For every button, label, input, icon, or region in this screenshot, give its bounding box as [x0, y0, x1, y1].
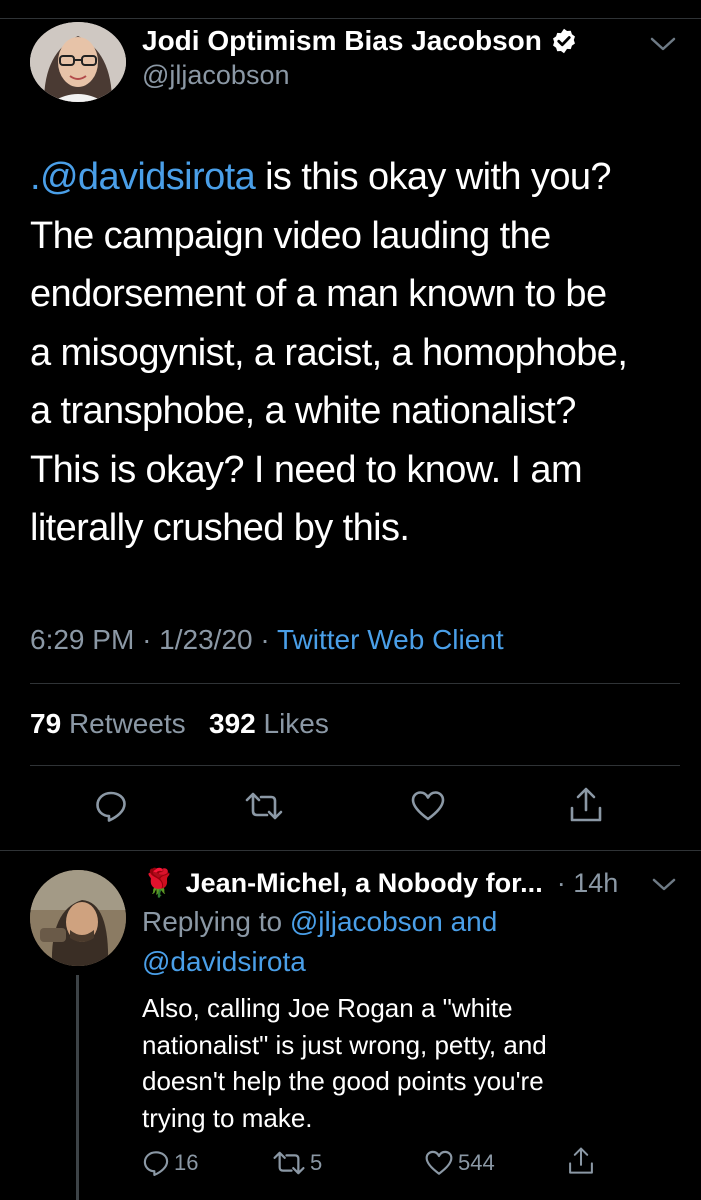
tweet-client-link[interactable]: Twitter Web Client: [277, 624, 504, 655]
retweet-icon: [273, 1151, 305, 1175]
reply-line: doesn't help the good points you're: [142, 1066, 544, 1096]
likes-count: 392: [209, 708, 256, 739]
tweet-date[interactable]: 1/23/20: [159, 624, 252, 655]
avatar-photo-icon: [30, 22, 126, 102]
tweet-line: a transphobe, a white nationalist?: [30, 390, 576, 432]
like-count: 544: [458, 1150, 495, 1175]
thread-connector: [76, 975, 79, 1200]
share-icon[interactable]: [568, 786, 604, 824]
verified-badge-icon: [552, 28, 575, 54]
retweets-count: 79: [30, 708, 62, 739]
reply-header: 🌹 Jean-Michel, a Nobody for... · 14h: [142, 864, 618, 902]
mention-link[interactable]: .@davidsirota: [30, 156, 256, 198]
replying-to: Replying to @jljacobson and @davidsirota: [142, 902, 662, 982]
tweet-line: a misogynist, a racist, a homophobe,: [30, 331, 628, 374]
divider: [30, 683, 680, 684]
reply-share-button[interactable]: [567, 1146, 595, 1176]
like-icon[interactable]: [410, 789, 446, 823]
tweet-line: This is okay? I need to know. I am: [30, 448, 583, 491]
tweet-line: is this okay with you?: [255, 156, 611, 198]
tweet-meta: 6:29 PM · 1/23/20 · Twitter Web Client: [30, 620, 504, 660]
retweets-label: Retweets: [68, 708, 186, 739]
author-name[interactable]: Jodi Optimism Bias Jacobson: [142, 22, 542, 60]
chevron-down-icon[interactable]: [648, 34, 678, 54]
tweet-line: endorsement of a man known to be: [30, 273, 607, 315]
reply-author-avatar[interactable]: [30, 870, 126, 966]
tweet-text: .@davidsirota is this okay with you? The…: [30, 148, 680, 558]
reply-icon[interactable]: [94, 789, 128, 823]
tweet-stats: 79 Retweets 392 Likes: [30, 704, 329, 744]
replying-prefix: Replying to: [142, 906, 283, 937]
tweet-time[interactable]: 6:29 PM: [30, 624, 134, 655]
replying-and[interactable]: and: [451, 906, 498, 937]
author-name-row[interactable]: Jodi Optimism Bias Jacobson: [142, 22, 578, 60]
top-divider: [0, 18, 701, 19]
retweet-icon[interactable]: [244, 790, 284, 822]
reply-icon: [143, 1151, 169, 1177]
meta-separator: ·: [260, 624, 270, 655]
chevron-down-icon[interactable]: [650, 875, 678, 893]
reply-text: Also, calling Joe Rogan a "white nationa…: [142, 990, 662, 1136]
reply-line: trying to make.: [142, 1102, 313, 1133]
reply-retweet-button[interactable]: 5: [272, 1148, 322, 1178]
likes-stat[interactable]: 392 Likes: [209, 708, 329, 739]
meta-separator: ·: [142, 624, 152, 655]
retweet-count: 5: [310, 1150, 323, 1175]
reply-author-name[interactable]: Jean-Michel, a Nobody for...: [186, 864, 543, 902]
section-divider: [0, 850, 701, 851]
avatar-photo-icon: [30, 870, 126, 966]
author-handle[interactable]: @jljacobson: [142, 58, 290, 92]
rose-emoji: 🌹: [142, 868, 176, 898]
tweet-line: literally crushed by this.: [30, 507, 410, 549]
replying-handle[interactable]: @jljacobson: [290, 906, 443, 937]
retweets-stat[interactable]: 79 Retweets: [30, 708, 186, 739]
reply-timestamp[interactable]: · 14h: [557, 864, 619, 902]
replying-handle[interactable]: @davidsirota: [142, 946, 306, 977]
tweet-line: The campaign video lauding the: [30, 214, 551, 257]
reply-count: 16: [174, 1150, 199, 1175]
reply-like-button[interactable]: 544: [424, 1148, 495, 1178]
reply-line: Also, calling Joe Rogan a "white: [142, 993, 513, 1023]
author-avatar[interactable]: [30, 22, 126, 102]
reply-line: nationalist" is just wrong, petty, and: [142, 1029, 547, 1060]
divider: [30, 765, 680, 766]
like-icon: [425, 1150, 453, 1175]
reply-reply-button[interactable]: 16: [142, 1148, 198, 1178]
share-icon: [569, 1147, 593, 1174]
likes-label: Likes: [263, 708, 329, 739]
